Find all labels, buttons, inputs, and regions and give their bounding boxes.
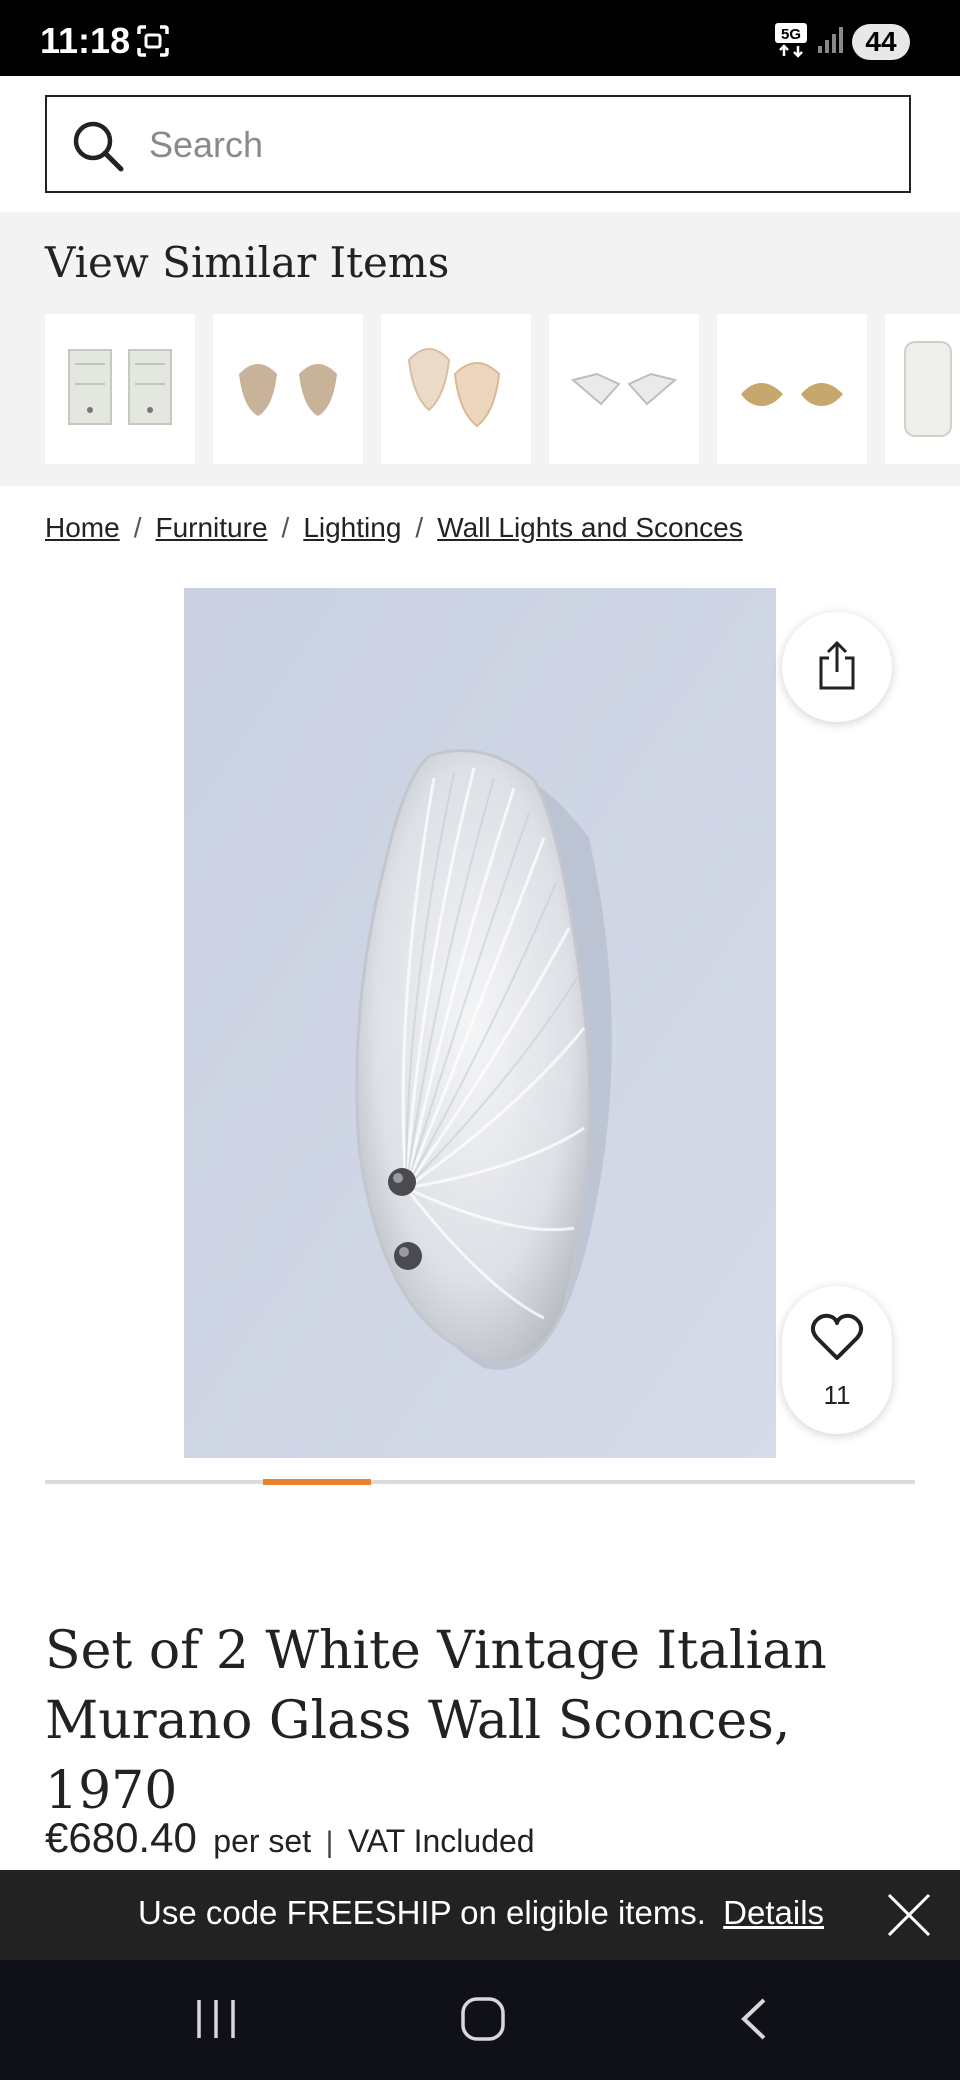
breadcrumb-home[interactable]: Home — [45, 512, 120, 543]
breadcrumb-lighting[interactable]: Lighting — [303, 512, 401, 543]
similar-item-2[interactable] — [213, 314, 363, 464]
status-bar: 11:18 5G 44 — [0, 0, 960, 76]
price-separator: | — [325, 1826, 334, 1859]
back-icon[interactable] — [736, 1996, 772, 2042]
similar-item-5[interactable] — [717, 314, 867, 464]
price-amount: €680.40 — [45, 1814, 197, 1861]
carousel-active-indicator — [263, 1479, 371, 1485]
gold-shell-sconces-thumbnail — [741, 383, 843, 406]
breadcrumb-separator: / — [281, 512, 290, 543]
product-title: Set of 2 White Vintage Italian Murano Gl… — [45, 1621, 827, 1821]
breadcrumb: Home / Furniture / Lighting / Wall Lights and … — [45, 512, 743, 544]
search-icon — [73, 121, 124, 172]
recents-icon[interactable] — [193, 1996, 239, 2042]
product-image[interactable] — [184, 588, 776, 1458]
similar-item-1[interactable] — [45, 314, 195, 464]
vat-label: VAT Included — [347, 1823, 535, 1859]
battery-icon: 44 — [852, 24, 910, 60]
similar-items-section: View Similar Items — [0, 212, 960, 486]
similar-items-carousel[interactable] — [45, 314, 960, 464]
promo-text-container: Use code FREESHIP on eligible items. Det… — [138, 1894, 824, 1932]
similar-item-3[interactable] — [381, 314, 531, 464]
pink-shell-sconces-thumbnail — [407, 348, 501, 428]
image-carousel-indicator — [45, 1479, 915, 1485]
svg-text:5G: 5G — [781, 26, 801, 43]
breadcrumb-furniture[interactable]: Furniture — [155, 512, 267, 543]
white-leaf-sconces-thumbnail — [570, 372, 678, 406]
5g-icon: 5G — [775, 23, 807, 58]
similar-item-4[interactable] — [549, 314, 699, 464]
status-time: 11:18 — [40, 20, 131, 61]
share-icon — [819, 640, 855, 690]
share-button[interactable] — [782, 612, 892, 722]
search-bar[interactable] — [45, 95, 911, 193]
similar-item-6[interactable] — [885, 314, 960, 464]
promo-banner: Use code FREESHIP on eligible items. Det… — [0, 1870, 960, 1960]
price-unit: per set — [213, 1823, 312, 1859]
home-icon[interactable] — [460, 1996, 506, 2042]
system-nav-bar — [0, 1960, 960, 2080]
favorite-button[interactable]: 11 — [782, 1286, 892, 1434]
close-icon[interactable] — [886, 1892, 932, 1938]
cylinder-sconce-thumbnail — [904, 341, 952, 437]
screenshot-icon — [137, 25, 169, 57]
breadcrumb-separator: / — [415, 512, 424, 543]
breadcrumb-wall-lights[interactable]: Wall Lights and Sconces — [437, 512, 743, 543]
breadcrumb-separator: / — [133, 512, 142, 543]
heart-icon — [810, 1313, 864, 1360]
promo-details-link[interactable]: Details — [723, 1894, 824, 1931]
similar-items-title: View Similar Items — [45, 238, 450, 287]
price-row: €680.40 per set | VAT Included — [45, 1814, 535, 1862]
signal-icon — [818, 27, 843, 53]
promo-text: Use code FREESHIP on eligible items. — [138, 1894, 706, 1931]
shell-sconces-thumbnail — [239, 364, 337, 416]
rectangular-glass-sconces-thumbnail — [68, 349, 172, 425]
favorite-count: 11 — [823, 1380, 851, 1410]
search-input[interactable] — [147, 99, 891, 191]
